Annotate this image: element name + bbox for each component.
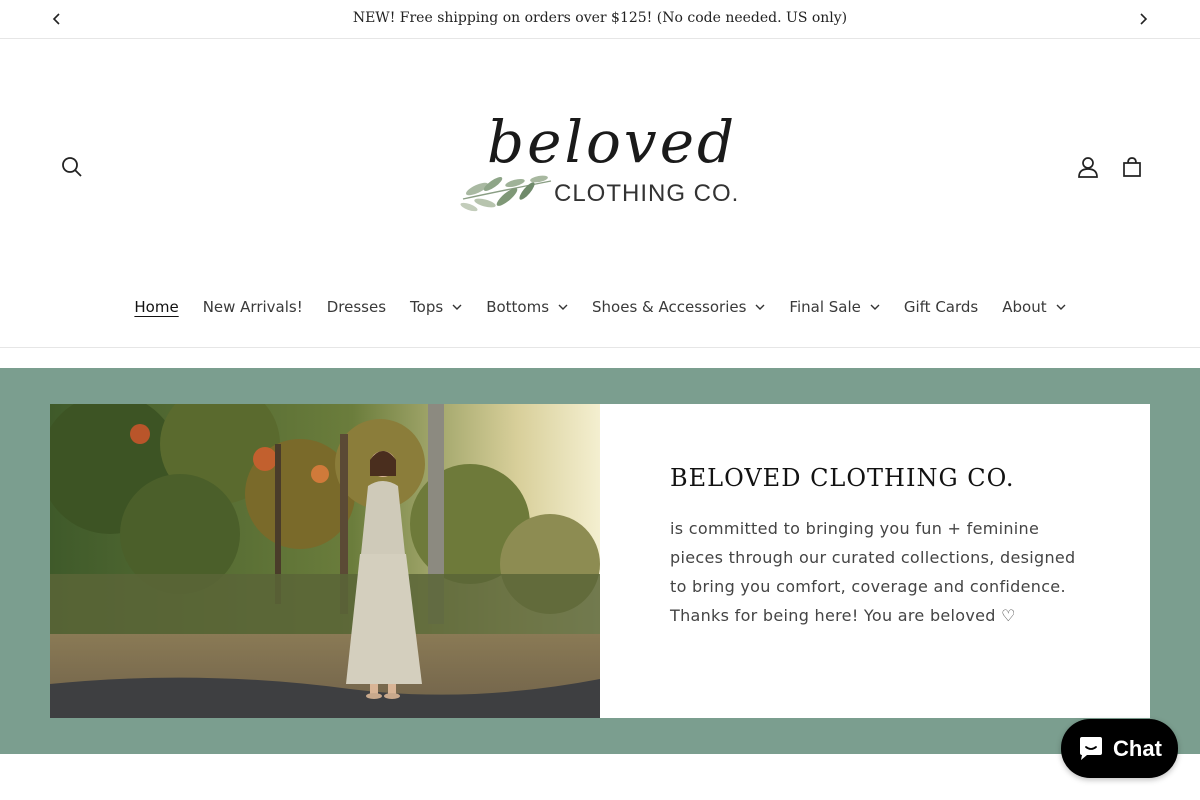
nav-label: Tops: [410, 298, 444, 316]
nav-item-home[interactable]: Home: [122, 287, 190, 327]
chevron-down-icon: [1056, 304, 1066, 310]
announcement-text: NEW! Free shipping on orders over $125! …: [352, 10, 848, 26]
nav-label: New Arrivals!: [202, 298, 303, 316]
search-button[interactable]: [50, 145, 94, 189]
hero-section: BELOVED CLOTHING CO. is committed to bri…: [0, 368, 1200, 754]
nav-label: Dresses: [326, 298, 387, 316]
hero-photo: [50, 404, 600, 718]
nav-label: Home: [134, 298, 179, 316]
chevron-down-icon: [452, 304, 462, 310]
nav-label: Shoes & Accessories: [592, 298, 747, 316]
nav-item-final-sale[interactable]: Final Sale: [777, 287, 891, 327]
account-button[interactable]: [1066, 145, 1110, 189]
nav-label: Final Sale: [789, 298, 861, 316]
nav-item-shoes-accessories[interactable]: Shoes & Accessories: [580, 287, 777, 327]
nav-item-about[interactable]: About: [990, 287, 1077, 327]
cart-icon: [1123, 157, 1141, 177]
nav-label: Bottoms: [486, 298, 550, 316]
chat-button[interactable]: Chat: [1061, 719, 1178, 778]
chevron-right-icon: [1140, 13, 1148, 25]
hero-image: [50, 404, 600, 718]
chevron-down-icon: [558, 304, 568, 310]
nav-label: Gift Cards: [903, 298, 979, 316]
announcement-next-button[interactable]: [1133, 9, 1153, 29]
logo-subtitle: CLOTHING CO.: [554, 180, 740, 207]
hero-title: BELOVED CLOTHING CO.: [670, 464, 1015, 492]
nav-item-dresses[interactable]: Dresses: [315, 287, 398, 327]
hero-card: BELOVED CLOTHING CO. is committed to bri…: [50, 404, 1150, 718]
chat-label: Chat: [1113, 735, 1162, 761]
leaf-branch-icon: [460, 175, 552, 212]
site-logo[interactable]: beloved CLOTHING CO.: [455, 108, 745, 227]
nav-item-tops[interactable]: Tops: [398, 287, 474, 327]
nav-label: About: [1002, 298, 1047, 316]
nav-item-new-arrivals[interactable]: New Arrivals!: [191, 287, 315, 327]
chevron-down-icon: [870, 304, 880, 310]
cart-button[interactable]: [1110, 145, 1154, 189]
search-icon: [62, 157, 82, 177]
account-icon: [1078, 157, 1098, 178]
hero-body: is committed to bringing you fun + femin…: [670, 519, 1076, 625]
chevron-down-icon: [755, 304, 765, 310]
site-header: beloved CLOTHING CO. Home New Arrivals! …: [0, 39, 1200, 348]
announcement-bar: NEW! Free shipping on orders over $125! …: [0, 0, 1200, 39]
chat-bubble-icon: [1080, 736, 1103, 760]
nav-item-gift-cards[interactable]: Gift Cards: [892, 287, 990, 327]
main-nav: Home New Arrivals! Dresses Tops Bottoms …: [0, 287, 1200, 327]
nav-item-bottoms[interactable]: Bottoms: [474, 287, 580, 327]
